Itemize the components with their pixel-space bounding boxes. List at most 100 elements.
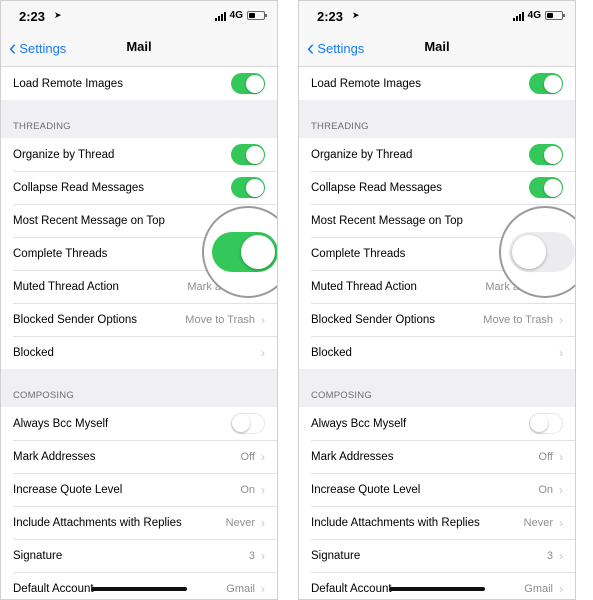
row-value: Never — [225, 516, 255, 529]
row-label: Signature — [13, 549, 63, 562]
row-blocked[interactable]: Blocked › — [1, 336, 277, 369]
row-label: Load Remote Images — [13, 77, 123, 90]
row-blocked[interactable]: Blocked › — [299, 336, 575, 369]
row-collapse-read-messages: Collapse Read Messages — [1, 171, 277, 204]
row-label: Collapse Read Messages — [311, 181, 443, 194]
row-label: Always Bcc Myself — [311, 417, 407, 430]
row-value: Gmail — [524, 582, 553, 595]
navigation-bar: ‹ Settings Mail — [1, 33, 277, 67]
row-organize-by-thread: Organize by Thread — [299, 138, 575, 171]
row-label: Blocked Sender Options — [311, 313, 436, 326]
chevron-right-icon: › — [261, 548, 265, 563]
row-increase-quote-level[interactable]: Increase Quote Level On › — [1, 473, 277, 506]
row-label: Blocked Sender Options — [13, 313, 138, 326]
row-organize-by-thread: Organize by Thread — [1, 138, 277, 171]
row-value: Move to Trash — [185, 313, 255, 326]
load-remote-images-toggle[interactable] — [231, 73, 265, 94]
row-label: Include Attachments with Replies — [13, 516, 182, 529]
row-label: Blocked — [311, 346, 352, 359]
row-default-account[interactable]: Default Account Gmail › — [1, 572, 277, 599]
chevron-right-icon: › — [559, 581, 563, 596]
row-increase-quote-level[interactable]: Increase Quote Level On › — [299, 473, 575, 506]
battery-icon — [247, 11, 267, 20]
section-header-composing: COMPOSING — [311, 390, 372, 401]
status-bar: 2:23 ➤ 4G — [1, 1, 277, 33]
row-label: Collapse Read Messages — [13, 181, 145, 194]
chevron-right-icon: › — [559, 312, 563, 327]
row-always-bcc-myself: Always Bcc Myself — [299, 407, 575, 440]
chevron-left-icon: ‹ — [307, 35, 315, 60]
collapse-read-messages-toggle[interactable] — [231, 177, 265, 198]
row-value: Off — [538, 450, 553, 463]
row-value: On — [240, 483, 255, 496]
complete-threads-toggle[interactable] — [212, 232, 277, 272]
row-label: Load Remote Images — [311, 77, 421, 90]
row-label: Mark Addresses — [311, 450, 394, 463]
row-value: Never — [523, 516, 553, 529]
signal-icon — [214, 11, 226, 21]
always-bcc-toggle[interactable] — [529, 413, 563, 434]
organize-by-thread-toggle[interactable] — [231, 144, 265, 165]
row-blocked-sender-options[interactable]: Blocked Sender Options Move to Trash › — [1, 303, 277, 336]
row-label: Organize by Thread — [311, 148, 413, 161]
phone-screenshot-right: 2:23 ➤ 4G ‹ Settings Mail Load Remote Im… — [298, 0, 576, 600]
row-label: Include Attachments with Replies — [311, 516, 480, 529]
chevron-right-icon: › — [559, 548, 563, 563]
home-indicator — [389, 587, 485, 591]
signal-icon — [512, 11, 524, 21]
row-label: Muted Thread Action — [13, 280, 119, 293]
row-label: Always Bcc Myself — [13, 417, 109, 430]
chevron-right-icon: › — [559, 515, 563, 530]
section-header-threading: THREADING — [13, 121, 71, 132]
back-label: Settings — [317, 40, 365, 56]
section-header-composing: COMPOSING — [13, 390, 74, 401]
chevron-right-icon: › — [261, 449, 265, 464]
row-value: 3 — [546, 549, 553, 562]
row-label: Organize by Thread — [13, 148, 115, 161]
battery-icon — [545, 11, 565, 20]
row-mark-addresses[interactable]: Mark Addresses Off › — [1, 440, 277, 473]
always-bcc-toggle[interactable] — [231, 413, 265, 434]
back-button[interactable]: ‹ Settings — [9, 37, 67, 59]
row-value: Move to Trash — [483, 313, 553, 326]
chevron-right-icon: › — [261, 515, 265, 530]
complete-threads-toggle[interactable] — [509, 232, 575, 272]
row-mark-addresses[interactable]: Mark Addresses Off › — [299, 440, 575, 473]
phone-screenshot-left: 2:23 ➤ 4G ‹ Settings Mail Load Remote Im… — [0, 0, 278, 600]
row-value: Off — [240, 450, 255, 463]
row-signature[interactable]: Signature 3 › — [1, 539, 277, 572]
row-load-remote-images: Load Remote Images — [1, 67, 277, 100]
section-header-threading: THREADING — [311, 121, 369, 132]
back-label: Settings — [19, 40, 67, 56]
row-default-account[interactable]: Default Account Gmail › — [299, 572, 575, 599]
row-value: Gmail — [226, 582, 255, 595]
network-label: 4G — [229, 10, 243, 21]
home-indicator — [91, 587, 187, 591]
status-bar: 2:23 ➤ 4G — [299, 1, 575, 33]
chevron-right-icon: › — [559, 345, 563, 360]
network-label: 4G — [527, 10, 541, 21]
row-signature[interactable]: Signature 3 › — [299, 539, 575, 572]
load-remote-images-toggle[interactable] — [529, 73, 563, 94]
back-button[interactable]: ‹ Settings — [307, 35, 365, 60]
status-time: 2:23 — [317, 9, 344, 24]
row-label: Increase Quote Level — [311, 483, 421, 496]
chevron-right-icon: › — [261, 482, 265, 497]
row-include-attachments[interactable]: Include Attachments with Replies Never › — [299, 506, 575, 539]
row-label: Increase Quote Level — [13, 483, 123, 496]
location-arrow-icon: ➤ — [352, 10, 360, 20]
row-label: Muted Thread Action — [311, 280, 417, 293]
collapse-read-messages-toggle[interactable] — [529, 177, 563, 198]
row-label: Blocked — [13, 346, 54, 359]
row-load-remote-images: Load Remote Images — [299, 67, 575, 100]
row-blocked-sender-options[interactable]: Blocked Sender Options Move to Trash › — [299, 303, 575, 336]
organize-by-thread-toggle[interactable] — [529, 144, 563, 165]
row-include-attachments[interactable]: Include Attachments with Replies Never › — [1, 506, 277, 539]
chevron-right-icon: › — [559, 449, 563, 464]
chevron-right-icon: › — [261, 581, 265, 596]
location-arrow-icon: ➤ — [54, 10, 62, 20]
chevron-right-icon: › — [261, 345, 265, 360]
chevron-right-icon: › — [559, 482, 563, 497]
row-value: On — [538, 483, 553, 496]
status-time: 2:23 — [19, 9, 46, 24]
